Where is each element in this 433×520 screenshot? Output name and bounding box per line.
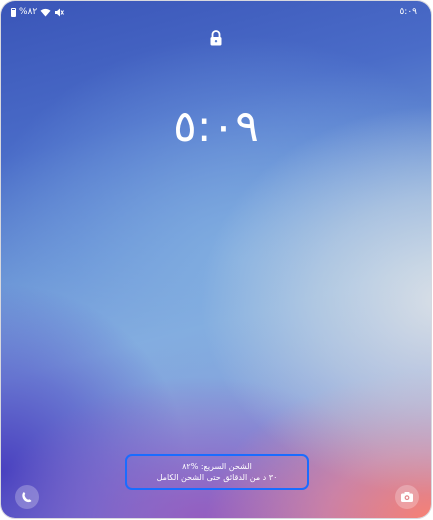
lock-screen: %٨٢ ٥:٠٩ ٥:٠٩ الشحن السريع: %٨٢ ٣٠ د من …	[1, 1, 431, 518]
camera-icon	[401, 492, 413, 502]
lockscreen-clock: ٥:٠٩	[173, 101, 259, 152]
mute-icon	[55, 8, 65, 16]
status-time: ٥:٠٩	[399, 7, 417, 17]
phone-shortcut-button[interactable]	[15, 485, 39, 509]
phone-icon	[22, 492, 32, 503]
charging-status: الشحن السريع: %٨٢	[182, 462, 252, 471]
battery-percent: %٨٢	[19, 7, 38, 17]
status-bar-left: %٨٢	[11, 7, 65, 17]
charging-info: الشحن السريع: %٨٢ ٣٠ د من الدقائق حتى ال…	[125, 454, 309, 490]
charging-time-remaining: ٣٠ د من الدقائق حتى الشحن الكامل	[156, 473, 278, 482]
lock-icon[interactable]	[209, 30, 223, 46]
battery-icon	[11, 7, 16, 17]
wifi-icon	[40, 8, 51, 16]
camera-shortcut-button[interactable]	[395, 485, 419, 509]
status-bar: %٨٢ ٥:٠٩	[1, 1, 431, 23]
status-bar-right: ٥:٠٩	[399, 7, 417, 17]
